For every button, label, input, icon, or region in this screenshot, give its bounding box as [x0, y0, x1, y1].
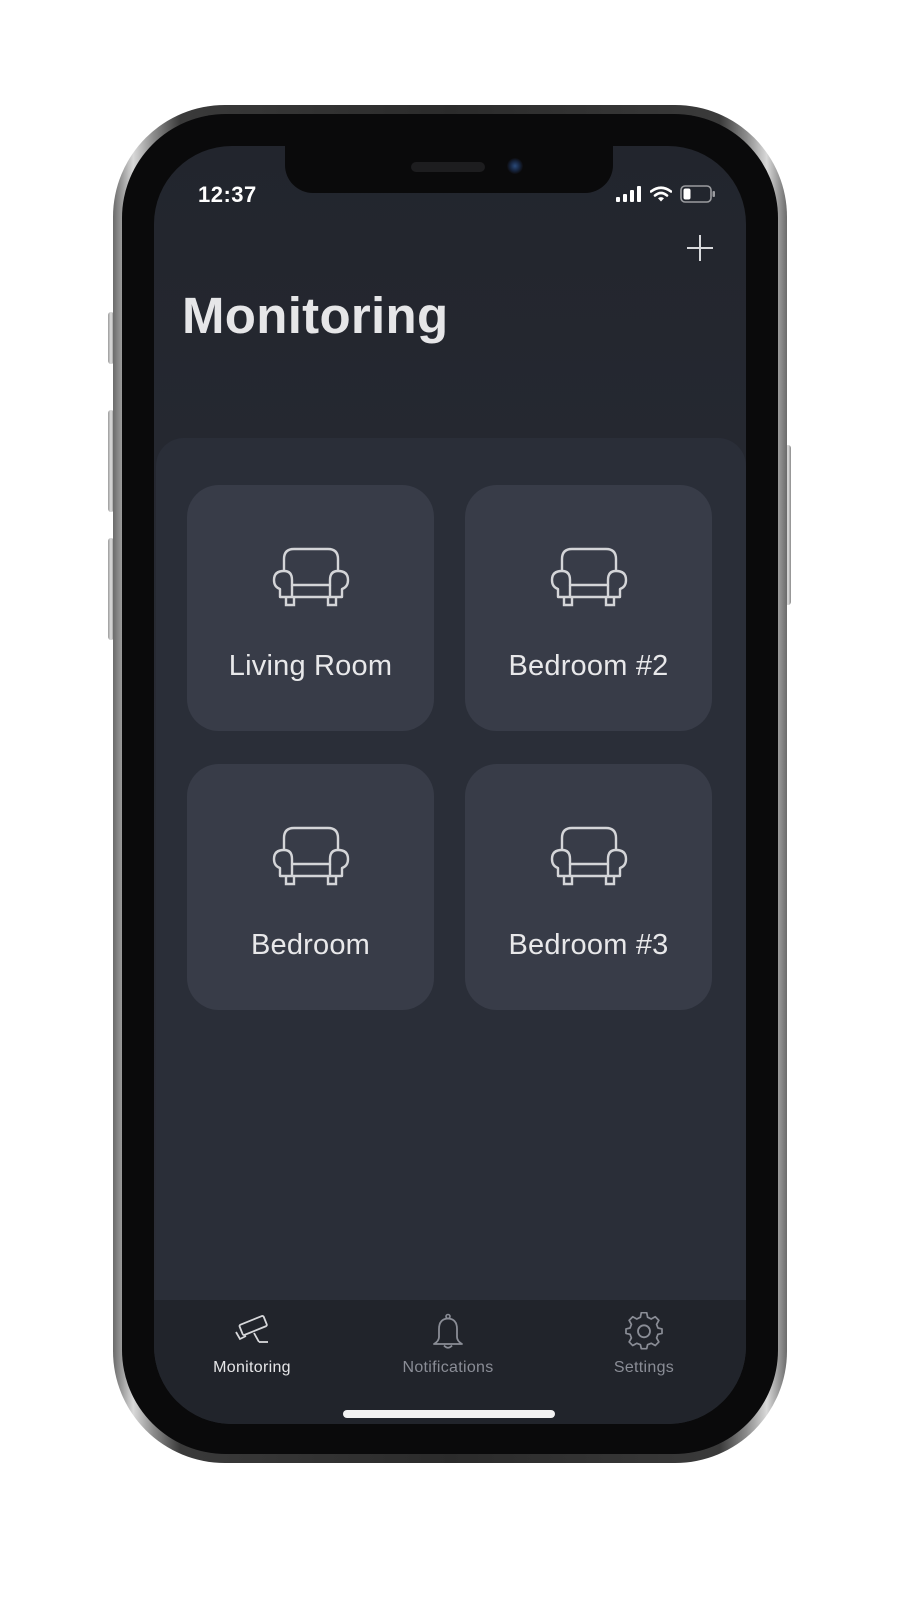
armchair-icon [550, 547, 628, 607]
armchair-icon [550, 826, 628, 886]
bell-icon [433, 1313, 463, 1349]
armchair-icon [272, 547, 350, 607]
room-card-living-room[interactable]: Living Room [187, 485, 434, 731]
security-camera-icon [235, 1315, 268, 1343]
tab-label: Monitoring [213, 1359, 291, 1376]
phone-bezel: 12:37 Monitoring Living Room Bedroom #2 … [122, 114, 778, 1454]
gear-icon [625, 1312, 663, 1350]
phone-frame: 12:37 Monitoring Living Room Bedroom #2 … [113, 105, 787, 1463]
cellular-signal-icon [616, 186, 641, 202]
tab-monitoring[interactable]: Monitoring [182, 1312, 322, 1392]
app-screen: 12:37 Monitoring Living Room Bedroom #2 … [154, 146, 746, 1424]
rooms-panel: Living Room Bedroom #2 Bedroom Bedroom #… [156, 438, 746, 1358]
battery-icon [680, 185, 715, 203]
tab-bar: Monitoring Notifications Settings [154, 1300, 746, 1424]
tab-label: Notifications [402, 1359, 494, 1376]
wifi-icon [650, 186, 672, 202]
status-time: 12:37 [198, 182, 257, 207]
room-label: Bedroom [250, 929, 371, 961]
notch [285, 146, 613, 193]
tab-settings[interactable]: Settings [574, 1312, 714, 1392]
earpiece-speaker [411, 162, 485, 172]
room-card-bedroom[interactable]: Bedroom [187, 764, 434, 1010]
status-icons [616, 184, 716, 204]
room-label: Living Room [228, 650, 393, 682]
room-label: Bedroom #3 [508, 929, 669, 961]
tab-label: Settings [613, 1359, 675, 1376]
plus-icon [687, 235, 713, 261]
room-label: Bedroom #2 [508, 650, 669, 682]
room-card-bedroom-2[interactable]: Bedroom #2 [465, 485, 712, 731]
add-button[interactable] [684, 232, 716, 264]
front-camera [507, 158, 523, 174]
tab-notifications[interactable]: Notifications [378, 1312, 518, 1392]
page-title: Monitoring [182, 287, 449, 344]
armchair-icon [272, 826, 350, 886]
room-card-bedroom-3[interactable]: Bedroom #3 [465, 764, 712, 1010]
home-indicator[interactable] [343, 1410, 555, 1418]
